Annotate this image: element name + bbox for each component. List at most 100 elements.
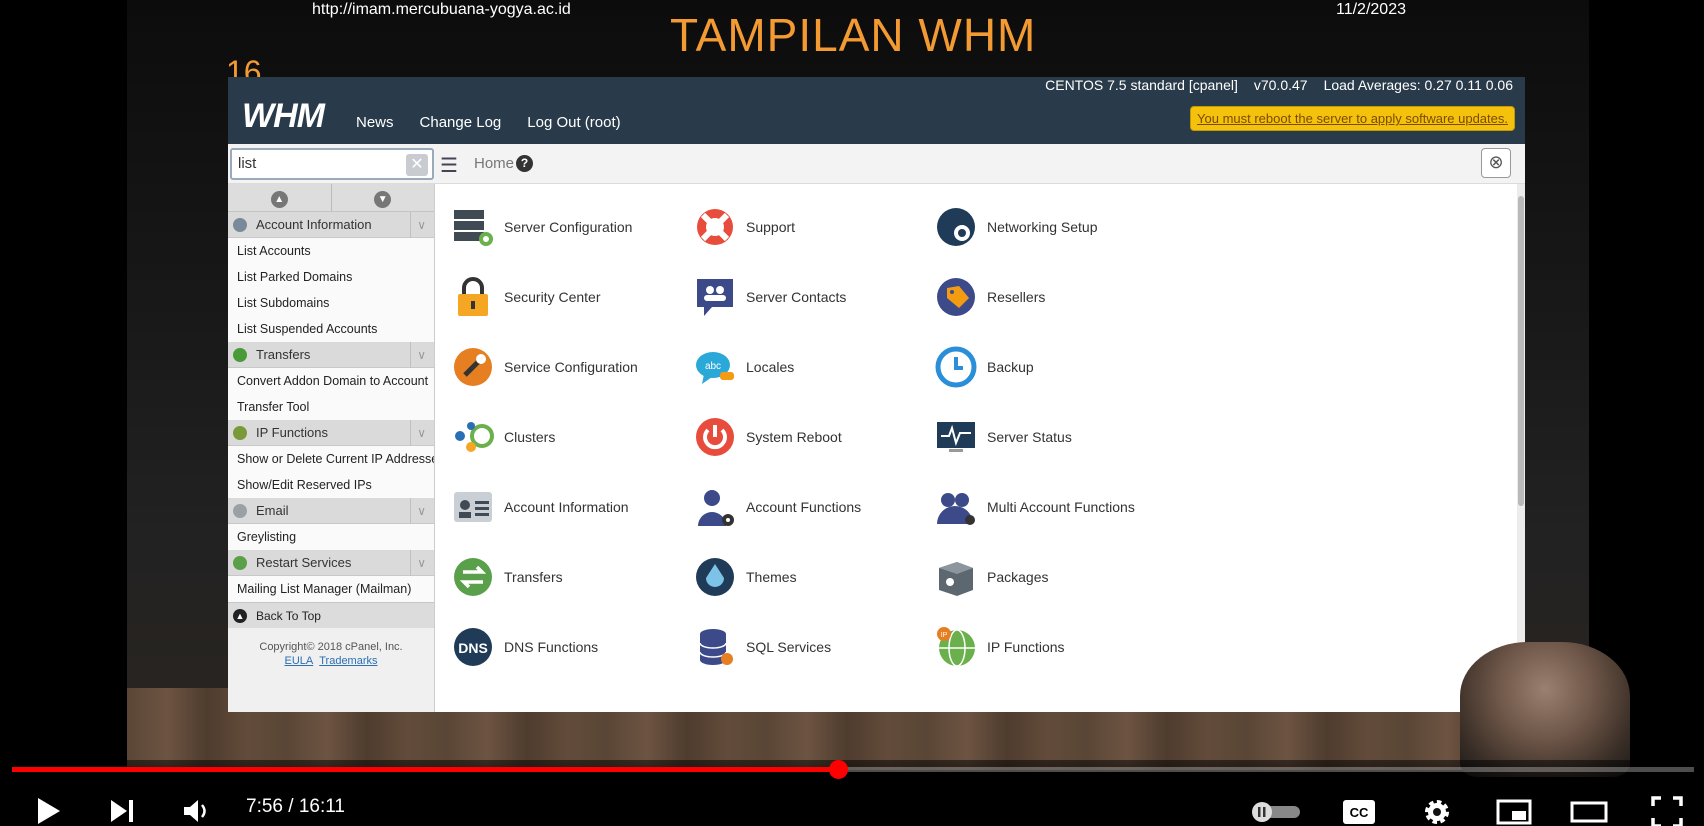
- database-icon: [699, 629, 733, 665]
- user-gear-icon: [698, 490, 734, 526]
- feature-tile[interactable]: Multi Account Functions: [935, 472, 1195, 542]
- sidebar-section-header[interactable]: Restart Services ∨: [228, 550, 434, 576]
- feature-tile[interactable]: Service Configuration: [452, 332, 694, 402]
- menu-toggle-icon[interactable]: ☰: [440, 153, 458, 178]
- power-icon: [696, 418, 734, 456]
- video-player[interactable]: http://imam.mercubuana-yogya.ac.id TAMPI…: [0, 0, 1704, 826]
- sidebar-item[interactable]: Show/Edit Reserved IPs: [228, 472, 434, 498]
- feature-tile-label: Multi Account Functions: [987, 499, 1135, 515]
- feature-tile[interactable]: Support: [694, 192, 935, 262]
- lifebuoy-icon: [697, 209, 733, 245]
- feature-tile-label: Locales: [746, 359, 795, 375]
- scrubber-handle[interactable]: [828, 760, 848, 779]
- footer-copyright: Copyright© 2018 cPanel, Inc. EULA Tradema…: [228, 628, 434, 668]
- whm-window: CENTOS 7.5 standard [cpanel] v70.0.47 Load…: [228, 77, 1525, 712]
- scrollbar-thumb[interactable]: [1518, 196, 1524, 506]
- feature-tile[interactable]: IP IP Functions: [935, 612, 1195, 682]
- section-icon: [233, 426, 247, 440]
- wrench-icon: [454, 348, 492, 386]
- scroll-down-button[interactable]: ▼: [332, 184, 435, 211]
- feature-tile-label: Clusters: [504, 429, 556, 445]
- feature-tile[interactable]: Backup: [935, 332, 1195, 402]
- collapse-chevron-icon[interactable]: ∨: [410, 550, 426, 576]
- sidebar-item[interactable]: List Suspended Accounts: [228, 316, 434, 342]
- captions-icon[interactable]: CC: [1342, 799, 1376, 825]
- sidebar-section-header[interactable]: Email ∨: [228, 498, 434, 524]
- feature-tile[interactable]: Clusters: [452, 402, 694, 472]
- padlock-icon: [458, 277, 488, 316]
- feature-tile[interactable]: Account Functions: [694, 472, 935, 542]
- back-to-top-button[interactable]: ▲ Back To Top: [228, 602, 434, 628]
- whm-logo[interactable]: WHM: [242, 97, 325, 136]
- collapse-chevron-icon[interactable]: ∨: [410, 212, 426, 238]
- feature-tile[interactable]: Networking Setup: [935, 192, 1195, 262]
- volume-icon[interactable]: [183, 799, 209, 823]
- feature-tile[interactable]: Server Configuration: [452, 192, 694, 262]
- nav-news[interactable]: News: [356, 114, 394, 131]
- sidebar-item[interactable]: Show or Delete Current IP Addresses: [228, 446, 434, 472]
- settings-gear-icon[interactable]: [1421, 796, 1453, 826]
- theater-mode-icon[interactable]: [1570, 801, 1608, 823]
- feature-grid: Server Configuration Support Networking Se…: [452, 192, 1195, 682]
- load-averages: Load Averages: 0.27 0.11 0.06: [1323, 77, 1513, 93]
- feature-tile[interactable]: DNS DNS Functions: [452, 612, 694, 682]
- clear-search-icon[interactable]: ✕: [406, 154, 428, 176]
- content-scrollbar[interactable]: [1517, 184, 1525, 712]
- eula-link[interactable]: EULA: [284, 655, 313, 667]
- feature-tile[interactable]: Server Contacts: [694, 262, 935, 332]
- autoplay-toggle-icon[interactable]: [1250, 802, 1302, 822]
- play-icon[interactable]: [36, 797, 62, 825]
- played-bar: [12, 767, 838, 772]
- feature-tile[interactable]: Account Information: [452, 472, 694, 542]
- price-tag-icon: [937, 278, 975, 316]
- system-info: CENTOS 7.5 standard [cpanel] v70.0.47 Load…: [1029, 77, 1513, 93]
- feature-tile[interactable]: abc Locales: [694, 332, 935, 402]
- collapse-chevron-icon[interactable]: ∨: [410, 498, 426, 524]
- search-input[interactable]: [232, 150, 402, 176]
- progress-bar[interactable]: [12, 760, 1694, 779]
- collapse-chevron-icon[interactable]: ∨: [410, 420, 426, 446]
- nav-logout[interactable]: Log Out (root): [527, 114, 620, 131]
- close-icon[interactable]: ⊗: [1481, 148, 1511, 178]
- feature-tile[interactable]: SQL Services: [694, 612, 935, 682]
- next-icon[interactable]: [110, 799, 136, 823]
- sidebar-section-header[interactable]: Transfers ∨: [228, 342, 434, 368]
- breadcrumb[interactable]: Home: [474, 155, 514, 172]
- nav-change-log[interactable]: Change Log: [420, 114, 502, 131]
- feature-tile-label: IP Functions: [987, 639, 1065, 655]
- home-content: Server Configuration Support Networking Se…: [436, 184, 1517, 712]
- feature-tile[interactable]: Packages: [935, 542, 1195, 612]
- feature-tile[interactable]: Server Status: [935, 402, 1195, 472]
- collapse-chevron-icon[interactable]: ∨: [410, 342, 426, 368]
- miniplayer-icon[interactable]: [1496, 799, 1532, 825]
- sidebar-item[interactable]: Mailing List Manager (Mailman): [228, 576, 434, 602]
- scroll-up-button[interactable]: ▲: [228, 184, 332, 211]
- help-icon[interactable]: ?: [516, 155, 533, 172]
- sidebar-item[interactable]: List Subdomains: [228, 290, 434, 316]
- copyright-text: Copyright© 2018 cPanel, Inc.: [259, 641, 403, 653]
- ip-globe-icon: IP: [937, 627, 975, 667]
- section-icon: [233, 556, 247, 570]
- sidebar-item[interactable]: Convert Addon Domain to Account: [228, 368, 434, 394]
- version-info: v70.0.47: [1253, 77, 1308, 93]
- sidebar-item[interactable]: Transfer Tool: [228, 394, 434, 420]
- sidebar-item[interactable]: Greylisting: [228, 524, 434, 550]
- sidebar-item[interactable]: List Parked Domains: [228, 264, 434, 290]
- feature-tile[interactable]: Transfers: [452, 542, 694, 612]
- trademarks-link[interactable]: Trademarks: [319, 655, 377, 667]
- feature-tile[interactable]: Themes: [694, 542, 935, 612]
- sidebar-item[interactable]: List Accounts: [228, 238, 434, 264]
- sidebar-section-header[interactable]: IP Functions ∨: [228, 420, 434, 446]
- svg-text:CC: CC: [1350, 805, 1369, 820]
- sidebar-section-header[interactable]: Account Information ∨: [228, 212, 434, 238]
- fullscreen-icon[interactable]: [1651, 796, 1683, 826]
- feature-tile[interactable]: System Reboot: [694, 402, 935, 472]
- feature-tile-label: SQL Services: [746, 639, 832, 655]
- whm-header: CENTOS 7.5 standard [cpanel] v70.0.47 Load…: [228, 77, 1525, 144]
- section-icon: [233, 218, 247, 232]
- feature-tile[interactable]: Resellers: [935, 262, 1195, 332]
- sidebar: ▲ ▼ Account Information ∨ List Accounts Lis…: [228, 184, 435, 712]
- feature-tile[interactable]: Security Center: [452, 262, 694, 332]
- feature-tile-label: Service Configuration: [504, 359, 638, 375]
- reboot-notice-link[interactable]: You must reboot the server to apply soft…: [1190, 106, 1515, 131]
